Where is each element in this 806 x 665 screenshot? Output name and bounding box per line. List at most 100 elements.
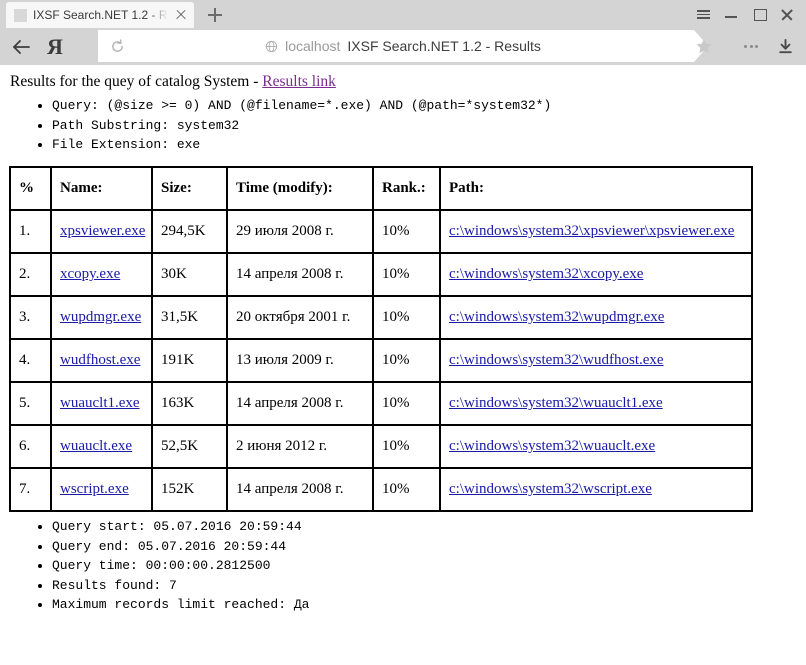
file-size-cell: 31,5K [152, 296, 227, 339]
query-info-item: File Extension: exe [52, 136, 798, 154]
file-path: c:\windows\system32\wudfhost.exe [440, 339, 752, 382]
file-name-link[interactable]: xcopy.exe [60, 266, 120, 282]
table-row: 6.wuauclt.exe52,5K2 июня 2012 г.10%c:\wi… [10, 425, 752, 468]
table-row: 5. wuauclt1.exe 163K14 апреля 2008 г.10% c:… [10, 382, 752, 425]
tab-strip: IXSF Search.NET 1.2 - Re [0, 0, 806, 28]
file-path: c:\windows\system32\xcopy.exe [440, 253, 752, 296]
page-title: Results for the quey of catalog System -… [10, 73, 798, 91]
file-size-cell: 30K [152, 253, 227, 296]
file-path-link[interactable]: c:\windows\system32\wupdmgr.exe [449, 309, 664, 325]
yandex-logo-button[interactable]: Я [38, 30, 72, 64]
row-index-cell: 5. [10, 382, 51, 425]
file-name: wudfhost.exe [51, 339, 152, 382]
file-name-link[interactable]: wuauclt1.exe [60, 395, 140, 411]
file-size-cell: 163K [152, 382, 227, 425]
file-rank-cell: 10% [373, 468, 440, 511]
table-header-row: %Name:Size:Time (modify):Rank.:Path: [10, 167, 752, 210]
table-header-cell: Name: [51, 167, 152, 210]
browser-toolbar: Я localhost IXSF Search.NET 1.2 - Resu [0, 28, 806, 65]
file-size-cell: 52,5K [152, 425, 227, 468]
file-name: wuauclt1.exe [51, 382, 152, 425]
window-controls [690, 4, 800, 24]
file-path: c:\windows\system32\wupdmgr.exe [440, 296, 752, 339]
file-time-cell: 29 июля 2008 г. [227, 210, 373, 253]
globe-icon [265, 40, 278, 53]
query-stat-item: Query time: 00:00:00.2812500 [52, 557, 798, 575]
file-name-link[interactable]: xpsviewer.exe [60, 223, 145, 239]
query-stat-item: Query end: 05.07.2016 20:59:44 [52, 538, 798, 556]
file-path-link[interactable]: c:\windows\system32\xpsviewer\xpsviewer.… [449, 223, 734, 239]
title-separator: - [253, 73, 258, 90]
hamburger-menu-icon[interactable] [690, 4, 716, 24]
file-time-cell: 20 октября 2001 г. [227, 296, 373, 339]
table-row: 3. wupdmgr.exe 31,5K20 октября 2001 г.10% c… [10, 296, 752, 339]
file-time-cell: 2 июня 2012 г. [227, 425, 373, 468]
browser-tab-active[interactable]: IXSF Search.NET 1.2 - Re [6, 2, 194, 28]
query-stat-item: Query start: 05.07.2016 20:59:44 [52, 518, 798, 536]
table-row: 4.wudfhost.exe191K13 июля 2009 г.10%c:\w… [10, 339, 752, 382]
file-name-link[interactable]: wscript.exe [60, 481, 129, 497]
file-size-cell: 152K [152, 468, 227, 511]
file-time-cell: 14 апреля 2008 г. [227, 253, 373, 296]
file-name: wuauclt.exe [51, 425, 152, 468]
query-stats-list: Query start: 05.07.2016 20:59:44 Query en… [8, 518, 798, 614]
table-row: 7. wscript.exe 152K14 апреля 2008 г.10% c:\… [10, 468, 752, 511]
reload-icon[interactable] [102, 31, 132, 61]
download-icon[interactable] [770, 31, 800, 61]
query-info-item: Query: (@size >= 0) AND (@filename=*.exe… [52, 97, 798, 115]
address-bar-host: localhost [285, 38, 340, 54]
row-index-cell: 7. [10, 468, 51, 511]
file-rank-cell: 10% [373, 296, 440, 339]
file-time-cell: 13 июля 2009 г. [227, 339, 373, 382]
file-path-link[interactable]: c:\windows\system32\wuauclt.exe [449, 438, 655, 454]
new-tab-button[interactable] [202, 2, 228, 28]
file-path-link[interactable]: c:\windows\system32\wuauclt1.exe [449, 395, 663, 411]
file-name-link[interactable]: wupdmgr.exe [60, 309, 141, 325]
file-name-link[interactable]: wuauclt.exe [60, 438, 132, 454]
row-index-cell: 3. [10, 296, 51, 339]
results-link[interactable]: Results link [262, 73, 336, 90]
file-path: c:\windows\system32\wuauclt1.exe [440, 382, 752, 425]
star-icon[interactable] [694, 36, 714, 56]
file-name: xpsviewer.exe [51, 210, 152, 253]
file-size-cell: 191K [152, 339, 227, 382]
minimize-icon[interactable] [718, 4, 744, 24]
close-window-icon[interactable] [774, 4, 800, 24]
table-row: 1.xpsviewer.exe294,5K29 июля 2008 г.10%c… [10, 210, 752, 253]
more-options-icon[interactable] [736, 31, 766, 61]
file-path-link[interactable]: c:\windows\system32\xcopy.exe [449, 266, 643, 282]
row-index-cell: 6. [10, 425, 51, 468]
toolbar-right-actions [736, 31, 800, 61]
file-rank-cell: 10% [373, 339, 440, 382]
table-row: 2. xcopy.exe 30K14 апреля 2008 г.10% c:\win… [10, 253, 752, 296]
row-index-cell: 1. [10, 210, 51, 253]
tab-close-icon[interactable] [174, 8, 188, 22]
query-stat-item: Results found: 7 [52, 577, 798, 595]
page-content: Results for the quey of catalog System -… [0, 65, 806, 665]
row-index-cell: 2. [10, 253, 51, 296]
file-rank-cell: 10% [373, 382, 440, 425]
query-info-item: Path Substring: system32 [52, 117, 798, 135]
file-rank-cell: 10% [373, 210, 440, 253]
file-name: wscript.exe [51, 468, 152, 511]
maximize-icon[interactable] [746, 4, 772, 24]
file-rank-cell: 10% [373, 253, 440, 296]
file-path-link[interactable]: c:\windows\system32\wscript.exe [449, 481, 652, 497]
page-title-text: Results for the quey of catalog System [10, 73, 249, 90]
address-bar[interactable]: localhost IXSF Search.NET 1.2 - Results [98, 30, 708, 62]
file-path: c:\windows\system32\wscript.exe [440, 468, 752, 511]
file-name: xcopy.exe [51, 253, 152, 296]
back-arrow-icon[interactable] [4, 30, 38, 64]
table-header-cell: Path: [440, 167, 752, 210]
file-name-link[interactable]: wudfhost.exe [60, 352, 140, 368]
table-header-cell: Size: [152, 167, 227, 210]
file-time-cell: 14 апреля 2008 г. [227, 468, 373, 511]
address-bar-title: IXSF Search.NET 1.2 - Results [347, 38, 540, 54]
table-header-cell: % [10, 167, 51, 210]
file-path: c:\windows\system32\wuauclt.exe [440, 425, 752, 468]
tab-favicon-icon [14, 9, 27, 22]
results-table: %Name:Size:Time (modify):Rank.:Path: 1. x… [9, 166, 753, 512]
file-path-link[interactable]: c:\windows\system32\wudfhost.exe [449, 352, 664, 368]
file-time-cell: 14 апреля 2008 г. [227, 382, 373, 425]
table-header-cell: Rank.: [373, 167, 440, 210]
